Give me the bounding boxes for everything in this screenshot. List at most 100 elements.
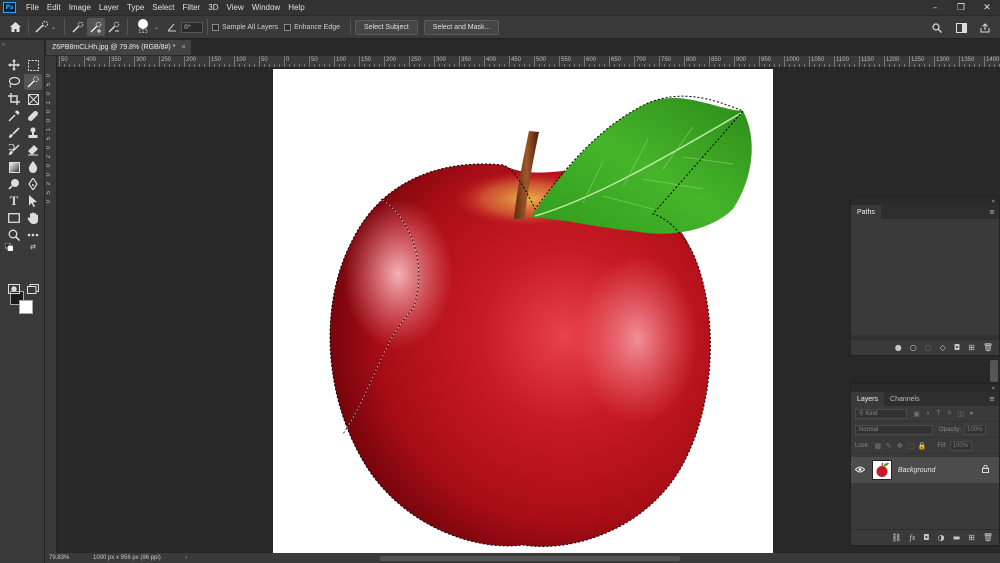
blend-mode-select[interactable]: Normal [855,424,933,435]
fill-input[interactable]: 100% [949,440,972,451]
shape-filter-icon[interactable]: ⌗ [944,408,955,419]
clone-stamp-tool-icon[interactable] [24,125,42,141]
make-work-path-icon[interactable]: ◇ [940,343,946,352]
vertical-ruler[interactable]: 0 5 0 1 0 0 1 5 0 2 0 0 2 5 0 [45,56,57,553]
link-layers-icon[interactable]: ⛓ [891,533,901,542]
menu-image[interactable]: Image [65,0,95,15]
close-tab-icon[interactable]: × [181,44,185,51]
delete-path-icon[interactable]: 🗑 [983,343,993,352]
quick-selection-preset-icon[interactable] [33,18,51,36]
minimize-button[interactable]: – [922,0,948,15]
screen-mode-icon[interactable] [24,281,42,297]
new-selection-icon[interactable] [69,18,87,36]
marquee-tool-icon[interactable] [24,57,42,73]
toolbar-collapse-icon[interactable]: » [2,42,5,48]
delete-layer-icon[interactable]: 🗑 [983,533,993,542]
rectangle-tool-icon[interactable] [5,210,23,226]
layer-row-background[interactable]: Background [851,457,999,483]
canvas-area[interactable] [57,69,850,553]
workspace-icon[interactable] [952,19,970,37]
angle-input[interactable]: 0° [181,21,204,33]
new-adjustment-layer-icon[interactable]: ◑ [938,533,945,542]
panel-menu-icon[interactable]: ≡ [989,395,995,403]
menu-3d[interactable]: 3D [204,0,222,15]
brush-tool-icon[interactable] [5,125,23,141]
subtract-from-selection-icon[interactable] [105,18,123,36]
more-tools-icon[interactable] [24,227,42,243]
dodge-tool-icon[interactable] [5,176,23,192]
healing-brush-tool-icon[interactable] [24,108,42,124]
quick-mask-icon[interactable] [5,281,23,297]
select-and-mask-button[interactable]: Select and Mask... [423,19,500,35]
add-layer-mask-icon[interactable]: ◘ [923,533,929,542]
kind-filter-select[interactable]: ⚲ Kind [855,408,907,419]
hand-tool-icon[interactable] [24,210,42,226]
type-filter-icon[interactable]: T [933,408,944,419]
chevron-down-icon[interactable]: ⌄ [154,24,159,31]
chevron-down-icon[interactable]: ⌄ [51,24,56,31]
crop-tool-icon[interactable] [5,91,23,107]
collapse-icon[interactable]: « [991,198,995,205]
document-tab[interactable]: Z6PB8mCLHh.jpg @ 79.8% (RGB/8#) * × [46,40,191,55]
new-layer-icon[interactable]: ⊞ [968,533,975,542]
zoom-tool-icon[interactable] [5,227,23,243]
stroke-path-icon[interactable]: ○ [910,343,917,352]
visibility-eye-icon[interactable] [854,466,866,475]
document-canvas[interactable] [273,69,773,553]
share-icon[interactable] [976,19,994,37]
menu-window[interactable]: Window [248,0,284,15]
close-button[interactable]: ✕ [974,0,1000,15]
home-icon[interactable] [6,18,24,36]
lock-all-icon[interactable]: 🔒 [916,440,927,451]
blur-tool-icon[interactable] [24,159,42,175]
menu-edit[interactable]: Edit [43,0,65,15]
zoom-level-field[interactable]: 79.83% [45,555,83,561]
adjustment-filter-icon[interactable]: ◑ [922,408,933,419]
add-to-selection-icon[interactable] [87,18,106,36]
history-brush-tool-icon[interactable] [5,142,23,158]
menu-layer[interactable]: Layer [95,0,123,15]
panel-scrollbar[interactable] [990,360,998,382]
pen-tool-icon[interactable] [24,176,42,192]
path-selection-tool-icon[interactable] [24,193,42,209]
menu-view[interactable]: View [223,0,248,15]
search-icon[interactable] [928,19,946,37]
eyedropper-tool-icon[interactable] [5,108,23,124]
lock-position-icon[interactable]: ✥ [894,440,905,451]
panel-menu-icon[interactable]: ≡ [989,208,995,216]
menu-type[interactable]: Type [123,0,148,15]
select-subject-button[interactable]: Select Subject [355,19,418,35]
frame-tool-icon[interactable] [24,91,42,107]
status-menu-arrow[interactable]: › [185,555,187,561]
horizontal-scrollbar[interactable] [380,556,680,561]
add-mask-icon[interactable]: ◘ [954,343,960,352]
enhance-edge-checkbox[interactable]: Enhance Edge [284,23,340,31]
lock-artboard-icon[interactable]: ⬚ [905,440,916,451]
swap-colors-icon[interactable]: ⇄ [28,242,38,252]
pixel-filter-icon[interactable]: ▣ [911,408,922,419]
tab-channels[interactable]: Channels [884,392,926,406]
lasso-tool-icon[interactable] [5,74,23,90]
gradient-tool-icon[interactable] [5,159,23,175]
restore-button[interactable]: ❐ [948,0,974,15]
type-tool-icon[interactable]: T [5,193,23,209]
load-path-as-selection-icon[interactable]: ◌ [925,343,932,352]
lock-pixels-icon[interactable]: ✎ [883,440,894,451]
new-group-icon[interactable]: ▬ [953,533,961,542]
tab-paths[interactable]: Paths [851,205,881,219]
smart-object-filter-icon[interactable]: ◫ [955,408,966,419]
menu-select[interactable]: Select [148,0,178,15]
layer-name[interactable]: Background [898,467,982,474]
move-tool-icon[interactable] [5,57,23,73]
menu-filter[interactable]: Filter [179,0,205,15]
new-path-icon[interactable]: ⊞ [968,343,975,352]
collapse-icon[interactable]: « [991,385,995,392]
menu-help[interactable]: Help [284,0,308,15]
quick-selection-tool-icon[interactable] [24,74,42,90]
default-colors-icon[interactable] [4,242,14,252]
filter-toggle-icon[interactable]: ● [966,408,977,419]
horizontal-ruler[interactable]: 50 400 350 300 250 200 150 100 50 0 50 100 150 200 250… [57,56,1000,68]
fill-path-icon[interactable]: ● [895,343,902,352]
sample-all-layers-checkbox[interactable]: Sample All Layers [212,23,278,31]
layer-style-icon[interactable]: fx [909,533,915,542]
